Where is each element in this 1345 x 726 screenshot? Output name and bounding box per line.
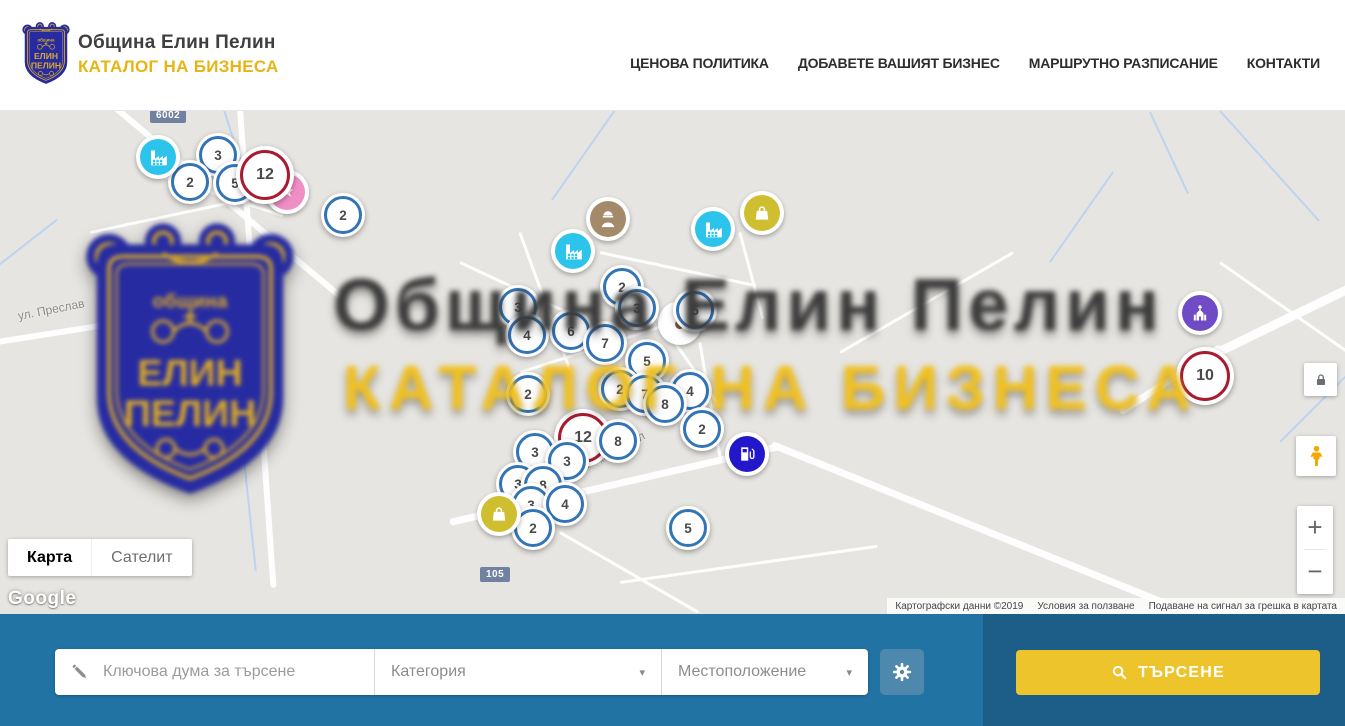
zoom-in-button[interactable]: + (1297, 506, 1333, 549)
watermark-shield-line2: ПЕЛИН (124, 392, 256, 434)
main-nav: ЦЕНОВА ПОЛИТИКА ДОБАВЕТЕ ВАШИЯТ БИЗНЕС М… (630, 55, 1320, 71)
street-view-pegman[interactable] (1296, 436, 1336, 476)
map-cluster-marker[interactable]: 4 (505, 313, 549, 357)
map-pin-worker[interactable] (586, 197, 630, 241)
map-pin-church[interactable] (1178, 291, 1222, 335)
map-cluster-marker[interactable]: 2 (506, 372, 550, 416)
map-cluster-marker[interactable]: 2 (680, 407, 724, 451)
header: община ЕЛИН ПЕЛИН Община Елин Пелин КАТА… (0, 0, 1345, 111)
nav-item-contacts[interactable]: КОНТАКТИ (1247, 55, 1320, 71)
zoom-control: + − (1297, 506, 1333, 594)
map-canvas[interactable]: 325122323564752274812823338342510 (0, 111, 1345, 614)
nav-item-bus-schedule[interactable]: МАРШРУТНО РАЗПИСАНИЕ (1029, 55, 1218, 71)
search-submit-button[interactable]: ТЪРСЕНЕ (1016, 650, 1320, 695)
site-title-block[interactable]: Община Елин Пелин КАТАЛОГ НА БИЗНЕСА (78, 32, 279, 77)
location-select[interactable]: Местоположение ▾ (662, 649, 868, 695)
municipality-logo[interactable]: община ЕЛИН ПЕЛИН (22, 21, 70, 87)
map-cluster-marker[interactable]: 8 (643, 382, 687, 426)
map-pin-factory[interactable] (691, 207, 735, 251)
map-attribution: Картографски данни ©2019 Условия за полз… (887, 598, 1345, 614)
map-cluster-marker[interactable]: 2 (321, 193, 365, 237)
map-cluster-marker[interactable]: 3 (615, 286, 659, 330)
site-title: Община Елин Пелин (78, 32, 279, 54)
watermark-shield-line1: ЕЛИН (137, 352, 242, 394)
chevron-down-icon: ▾ (639, 666, 645, 679)
map-cluster-marker[interactable]: 5 (666, 506, 710, 550)
search-icon (1111, 664, 1128, 681)
attribution-copyright: Картографски данни ©2019 (895, 601, 1023, 612)
search-bar: Категория ▾ Местоположение ▾ ТЪРСЕНЕ (0, 614, 1345, 726)
map-cluster-marker[interactable]: 10 (1176, 347, 1234, 405)
chevron-down-icon: ▾ (846, 666, 852, 679)
map-cluster-marker[interactable]: 8 (596, 419, 640, 463)
terms-link[interactable]: Условия за ползване (1037, 601, 1134, 612)
search-button-label: ТЪРСЕНЕ (1138, 664, 1225, 682)
search-input-group: Категория ▾ Местоположение ▾ (55, 649, 868, 695)
map-cluster-marker[interactable]: 5 (673, 288, 717, 332)
zoom-out-button[interactable]: − (1297, 550, 1333, 593)
nav-item-add-business[interactable]: ДОБАВЕТЕ ВАШИЯТ БИЗНЕС (798, 55, 1000, 71)
google-logo[interactable]: Google (8, 588, 76, 610)
logo-name-line1: ЕЛИН (34, 51, 58, 61)
gear-icon (891, 661, 913, 683)
street-label: ул. Преслав (17, 296, 86, 323)
lock-control[interactable] (1304, 363, 1337, 396)
logo-name-line2: ПЕЛИН (31, 60, 61, 70)
location-select-value: Местоположение (678, 663, 806, 681)
map-cluster-marker[interactable]: 12 (236, 146, 294, 204)
lock-icon (1313, 372, 1329, 388)
category-select-value: Категория (391, 663, 466, 681)
advanced-settings-button[interactable] (880, 649, 924, 695)
category-select[interactable]: Категория ▾ (375, 649, 661, 695)
map-pin-bag[interactable] (477, 492, 521, 536)
map-pin-fuel[interactable] (725, 432, 769, 476)
satellite-type-button[interactable]: Сателит (91, 539, 191, 576)
map-pin-factory[interactable] (136, 135, 180, 179)
keyword-search-input[interactable] (101, 662, 374, 682)
watermark-title: Община Елин Пелин (333, 269, 1164, 342)
site-subtitle: КАТАЛОГ НА БИЗНЕСА (78, 57, 279, 77)
road-number-badge: 6002 (150, 111, 186, 123)
map-cluster-marker[interactable]: 7 (583, 321, 627, 365)
nav-item-pricing[interactable]: ЦЕНОВА ПОЛИТИКА (630, 55, 769, 71)
logo-top-text: община (37, 36, 55, 42)
keyword-section (55, 649, 374, 695)
report-error-link[interactable]: Подаване на сигнал за грешка в картата (1149, 601, 1337, 612)
map-type-button[interactable]: Карта (8, 539, 91, 576)
pencil-icon (71, 663, 89, 681)
map-pin-bag[interactable] (740, 191, 784, 235)
pegman-icon (1304, 444, 1329, 469)
watermark-subtitle: КАТАЛОГ НА БИЗНЕСА (343, 358, 1199, 420)
road-number-badge: 105 (480, 567, 510, 582)
map-type-control: Карта Сателит (8, 539, 192, 576)
